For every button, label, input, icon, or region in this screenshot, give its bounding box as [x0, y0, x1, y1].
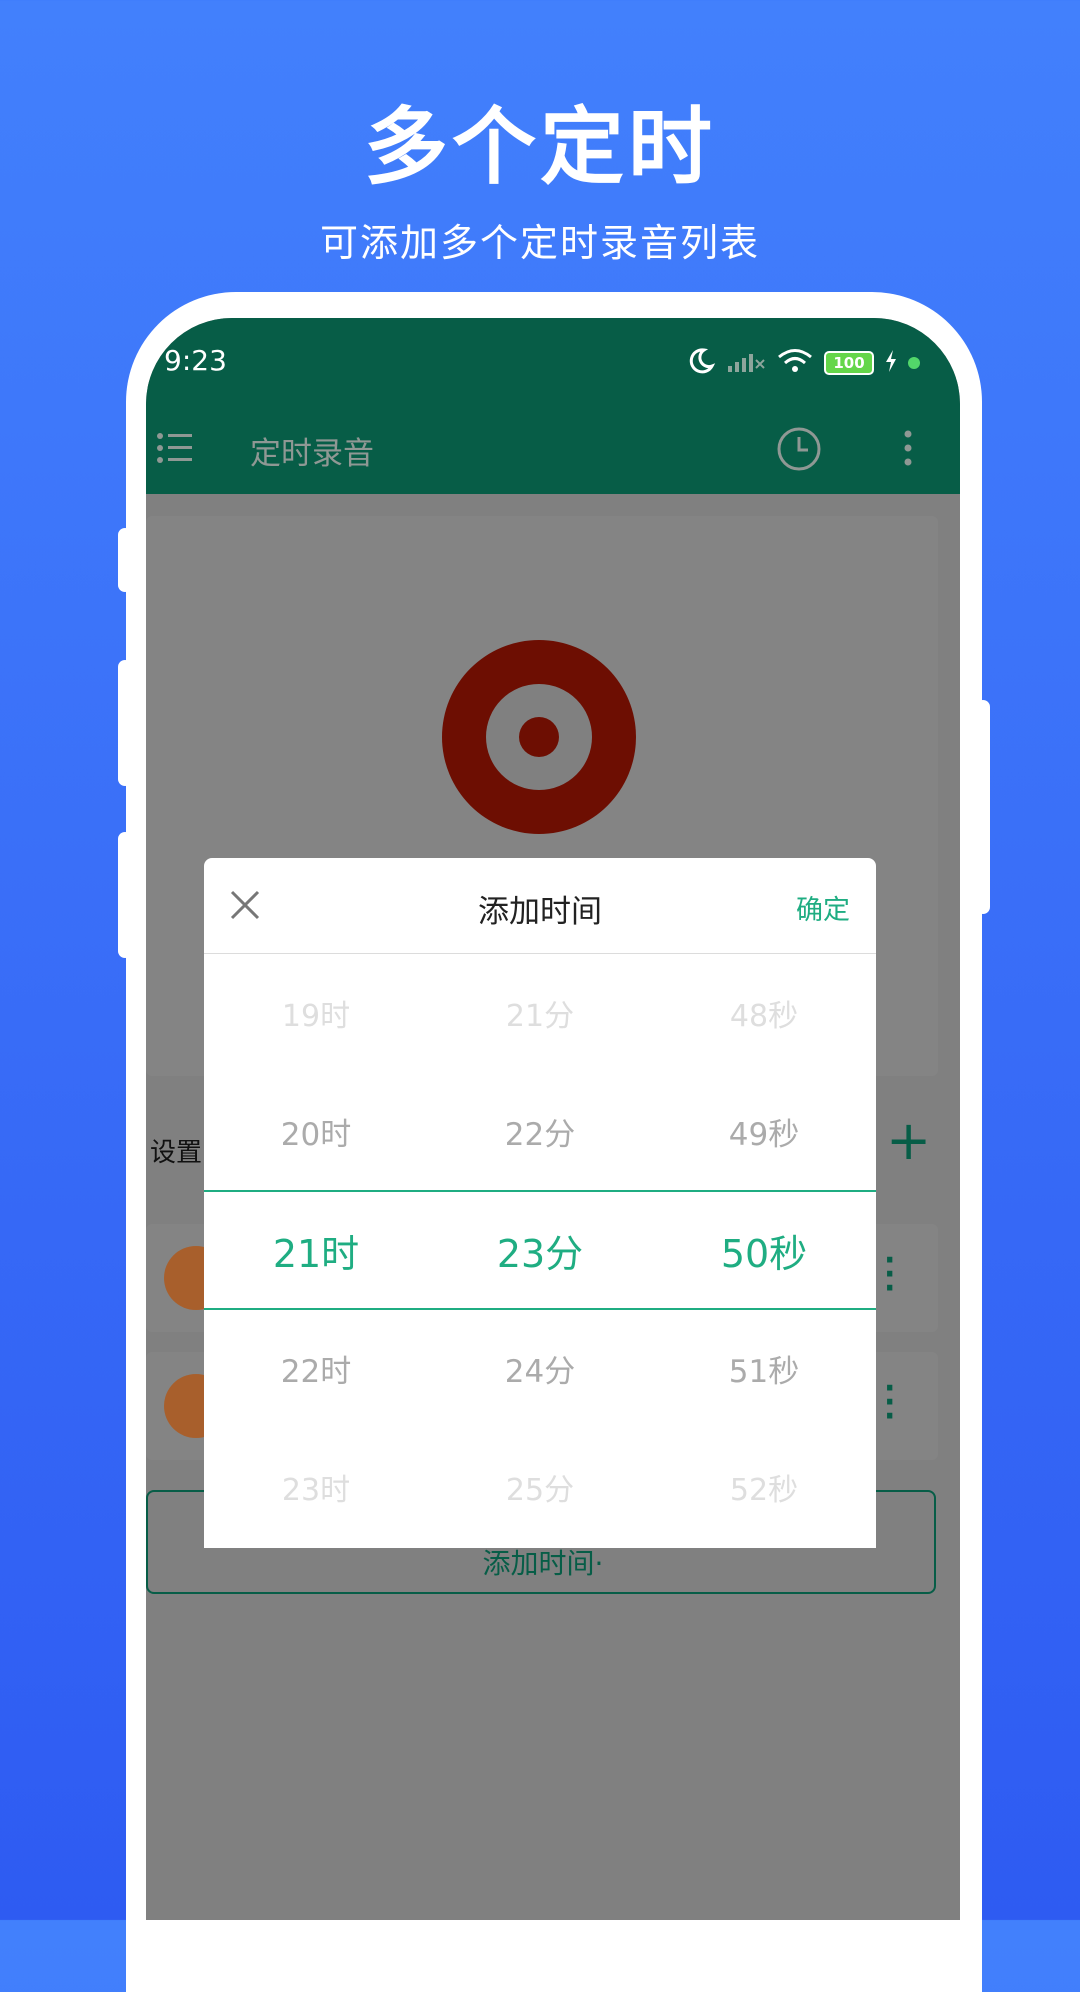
- clock-icon[interactable]: [776, 426, 822, 476]
- selection-line-bottom: [204, 1308, 876, 1310]
- add-time-dialog: 添加时间 确定 19时 20时 21时 22时 23时 21分 22分 23分 …: [204, 858, 876, 1548]
- phone-power-button: [976, 700, 990, 914]
- signal-icon: [726, 348, 766, 378]
- picker-item[interactable]: 22分: [428, 1109, 652, 1154]
- status-icons: 100: [686, 346, 920, 380]
- promo-subtitle: 可添加多个定时录音列表: [319, 221, 760, 265]
- picker-item[interactable]: 52秒: [652, 1465, 876, 1509]
- picker-item[interactable]: 24分: [428, 1346, 652, 1391]
- picker-item-selected[interactable]: 21时: [204, 1223, 428, 1278]
- picker-item-selected[interactable]: 50秒: [652, 1223, 876, 1278]
- picker-item[interactable]: 48秒: [652, 991, 876, 1035]
- picker-item[interactable]: 51秒: [652, 1346, 876, 1391]
- status-time: 9:23: [164, 344, 227, 377]
- menu-icon[interactable]: [156, 430, 196, 470]
- picker-item[interactable]: 21分: [428, 991, 652, 1035]
- section-label: 设置: [150, 1138, 203, 1168]
- add-plus-icon[interactable]: +: [886, 1114, 931, 1168]
- picker-item[interactable]: 49秒: [652, 1109, 876, 1154]
- row-more-icon[interactable]: · · ·: [884, 1374, 895, 1432]
- moon-icon: [686, 346, 716, 380]
- more-vert-icon[interactable]: [902, 428, 914, 472]
- charging-dot: [908, 357, 920, 369]
- picker-item[interactable]: 22时: [204, 1346, 428, 1391]
- phone-volume-up: [118, 660, 132, 786]
- picker-item[interactable]: 20时: [204, 1109, 428, 1154]
- dialog-title: 添加时间: [478, 894, 602, 930]
- wifi-icon: [776, 347, 814, 379]
- picker-item[interactable]: 25分: [428, 1465, 652, 1509]
- picker-item[interactable]: 23时: [204, 1465, 428, 1509]
- promo-title: 多个定时: [363, 98, 716, 196]
- app-title: 定时录音: [250, 436, 374, 472]
- battery-icon: 100: [824, 351, 874, 375]
- record-button[interactable]: [442, 640, 636, 834]
- picker-item[interactable]: 19时: [204, 991, 428, 1035]
- record-dot: [519, 717, 559, 757]
- status-bar: 9:23 100: [146, 318, 960, 404]
- confirm-button[interactable]: 确定: [796, 888, 850, 927]
- add-time-label: 添加时间·: [482, 1547, 604, 1580]
- selection-line-top: [204, 1190, 876, 1192]
- picker-item-selected[interactable]: 23分: [428, 1223, 652, 1278]
- phone-side-button: [118, 528, 132, 592]
- row-more-icon[interactable]: · · ·: [884, 1246, 895, 1304]
- phone-volume-down: [118, 832, 132, 958]
- charging-icon: [884, 349, 898, 377]
- dialog-header: 添加时间 确定: [204, 858, 876, 954]
- app-bar: 定时录音: [146, 404, 960, 494]
